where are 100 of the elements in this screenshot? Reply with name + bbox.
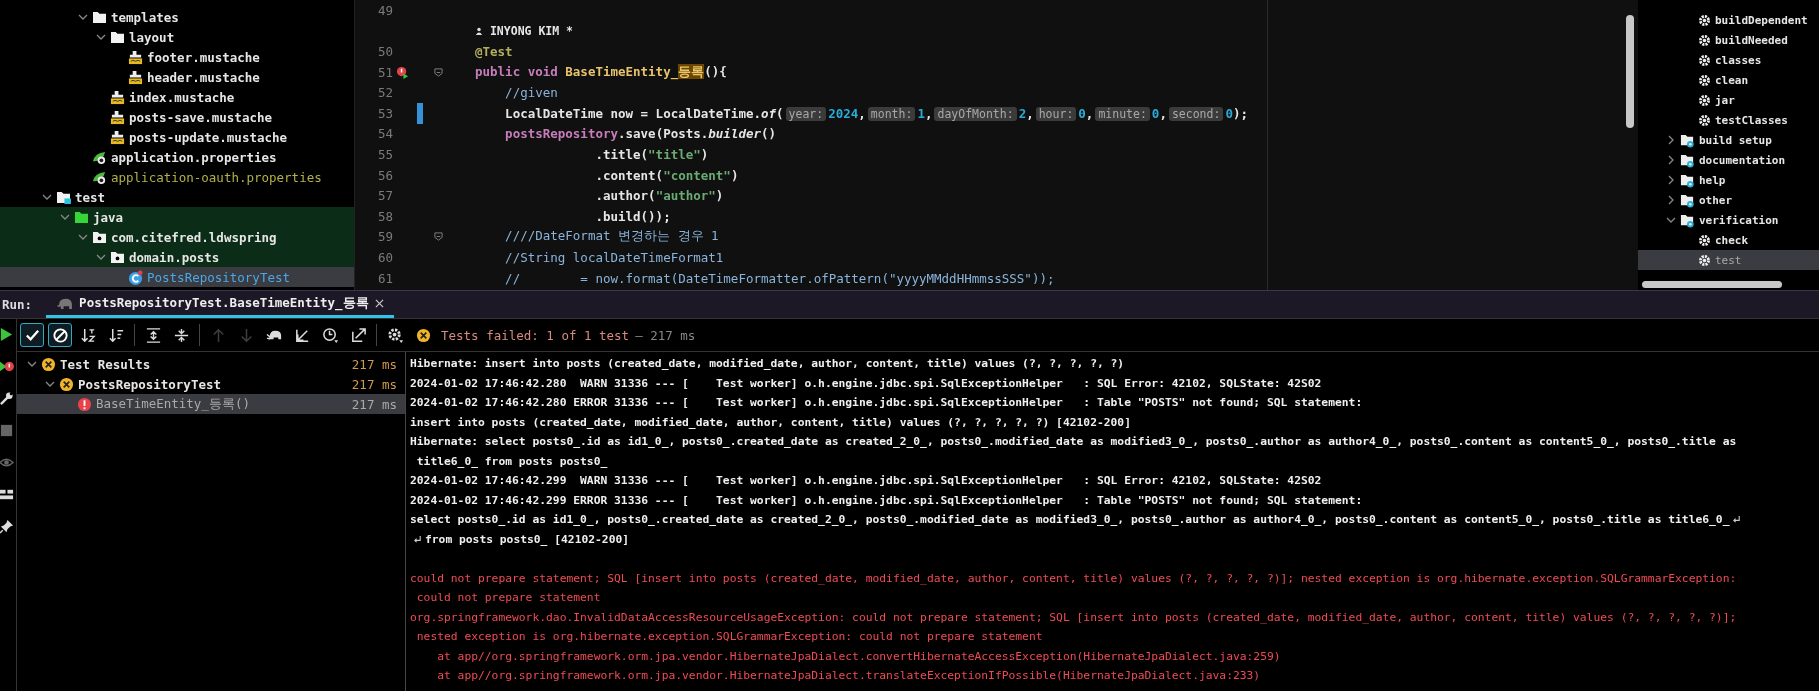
folder-icon bbox=[92, 10, 107, 24]
tree-item[interactable]: java bbox=[0, 207, 354, 227]
tree-item[interactable]: posts-update.mustache bbox=[0, 127, 354, 147]
chevron-down-icon[interactable] bbox=[1666, 215, 1676, 225]
mustache-file-icon bbox=[110, 129, 125, 145]
gradle-task-group[interactable]: documentation bbox=[1638, 150, 1819, 170]
test-status: Tests failed: 1 of 1 test bbox=[441, 327, 630, 343]
line-number: 49 bbox=[376, 2, 393, 18]
tree-item[interactable]: application-oauth.properties bbox=[0, 167, 354, 187]
sort-duration-icon bbox=[107, 326, 125, 344]
console-line: at app//org.springframework.orm.jpa.vendor.HibernateJpaDialect.translateExceptionIfPossible(HibernateJpaDialect.java:233) bbox=[436, 669, 1261, 683]
console-line: at app//org.springframework.orm.jpa.vendor.HibernateJpaDialect.convertHibernateAccessException(HibernateJpaDialect.java:259) bbox=[436, 649, 1281, 663]
gradle-task-group[interactable]: verification bbox=[1638, 210, 1819, 230]
scrollbar[interactable] bbox=[1642, 281, 1782, 288]
scrollbar[interactable] bbox=[1626, 15, 1634, 128]
export-icon bbox=[349, 326, 367, 344]
folder-icon bbox=[56, 190, 71, 204]
gradle-task[interactable]: buildDependent bbox=[1638, 10, 1819, 30]
line-number: 55 bbox=[376, 146, 393, 162]
failed-icon bbox=[59, 376, 74, 392]
run-tab[interactable]: PostsRepositoryTest.BaseTimeEntity_등록 bbox=[46, 291, 394, 318]
eye-icon[interactable] bbox=[0, 455, 14, 470]
line-number: 51 bbox=[376, 64, 393, 80]
gear-icon bbox=[1698, 13, 1711, 27]
rerun-failed-icon[interactable] bbox=[0, 359, 14, 374]
code-line: ////DateFormat 변경하는 경우 1 bbox=[504, 228, 719, 246]
stop-icon[interactable] bbox=[0, 423, 14, 438]
pin-icon[interactable] bbox=[0, 519, 14, 534]
layout-icon[interactable] bbox=[0, 487, 14, 502]
tree-item[interactable]: templates bbox=[0, 7, 354, 27]
close-icon bbox=[374, 298, 384, 308]
console-line: nested exception is org.hibernate.exception.SQLGrammarException: could not prepare statement bbox=[415, 630, 1043, 644]
gear-icon bbox=[1698, 233, 1711, 247]
gradle-task[interactable]: buildNeeded bbox=[1638, 30, 1819, 50]
fold-icon[interactable] bbox=[433, 232, 443, 242]
code-line: .build()); bbox=[594, 208, 671, 224]
console-line: 2024-01-02 17:46:42.299 ERROR 31336 --- [ Test worker] o.h.engine.jdbc.spi.SqlExceptionHelper : Table "POSTS" not found; SQL statement: bbox=[410, 493, 1363, 507]
gear-folder-icon bbox=[1680, 172, 1695, 188]
tree-item[interactable]: test bbox=[0, 187, 354, 207]
test-tree-item[interactable]: Test Results 217 ms bbox=[17, 354, 405, 374]
mustache-file-icon bbox=[110, 109, 125, 125]
line-number: 54 bbox=[376, 126, 393, 142]
console-line: title6_0_ from posts posts0_ bbox=[415, 454, 608, 468]
toolbar-button[interactable] bbox=[20, 323, 44, 347]
tree-item[interactable]: domain.posts bbox=[0, 247, 354, 267]
line-number: 58 bbox=[376, 208, 393, 224]
play-icon[interactable] bbox=[0, 327, 14, 342]
gear-icon bbox=[1698, 113, 1711, 127]
leaf-gear-icon bbox=[92, 169, 107, 185]
gear-icon bbox=[1698, 33, 1711, 47]
gradle-task[interactable]: testClasses bbox=[1638, 110, 1819, 130]
person-icon bbox=[475, 26, 483, 35]
code-line: //String localDateTimeFormat1 bbox=[504, 249, 724, 265]
tree-item[interactable]: layout bbox=[0, 27, 354, 47]
gear-icon bbox=[1698, 93, 1711, 107]
failed-icon bbox=[41, 356, 56, 372]
console-line: insert into posts (created_date, modified_date, author, content, title) values (?, ?, ?, ?, ?) [42102-200] bbox=[410, 415, 1131, 429]
history-icon bbox=[321, 326, 339, 344]
tree-item[interactable]: index.mustache bbox=[0, 87, 354, 107]
console-line: 2024-01-02 17:46:42.280 ERROR 31336 --- [ Test worker] o.h.engine.jdbc.spi.SqlExceptionHelper : Table "POSTS" not found; SQL statement: bbox=[410, 396, 1363, 410]
wrench-icon[interactable] bbox=[0, 391, 14, 406]
line-number: 50 bbox=[376, 44, 393, 59]
expand-all-icon bbox=[144, 326, 162, 344]
tree-item[interactable]: PostsRepositoryTest bbox=[0, 267, 354, 287]
gradle-task[interactable]: test bbox=[1638, 250, 1819, 270]
test-tree-item[interactable]: PostsRepositoryTest 217 ms bbox=[17, 374, 405, 394]
folder-icon bbox=[74, 210, 89, 224]
gradle-task[interactable]: jar bbox=[1638, 90, 1819, 110]
line-number: 61 bbox=[376, 270, 393, 286]
code-line: .author("author") bbox=[594, 188, 724, 204]
author-hint[interactable]: INYONG KIM * bbox=[447, 23, 574, 38]
code-line: postsRepository.save(Posts.builder() bbox=[504, 126, 777, 142]
test-tree-item[interactable]: BaseTimeEntity_등록() 217 ms bbox=[17, 394, 405, 414]
toolbar-button[interactable] bbox=[48, 323, 72, 347]
tree-item[interactable]: header.mustache bbox=[0, 67, 354, 87]
gradle-task-group[interactable]: build setup bbox=[1638, 130, 1819, 150]
gradle-task[interactable]: clean bbox=[1638, 70, 1819, 90]
code-line: //given bbox=[504, 85, 558, 101]
gradle-task[interactable]: check bbox=[1638, 230, 1819, 250]
tree-item[interactable]: com.citefred.ldwspring bbox=[0, 227, 354, 247]
fold-icon[interactable] bbox=[433, 67, 443, 77]
mustache-file-icon bbox=[110, 89, 125, 105]
run-error-icon[interactable] bbox=[395, 65, 409, 79]
gradle-task[interactable]: classes bbox=[1638, 50, 1819, 70]
prohibited-icon bbox=[51, 326, 69, 344]
code-line: .title("title") bbox=[594, 146, 709, 162]
tree-item[interactable]: footer.mustache bbox=[0, 47, 354, 67]
line-number: 59 bbox=[376, 229, 393, 245]
console-line: 2024-01-02 17:46:42.299 WARN 31336 --- [ Test worker] o.h.engine.jdbc.spi.SqlExceptionHelper : SQL Error: 42102, SQLState: 42S02 bbox=[410, 474, 1322, 488]
code-line: // = now.format(DateTimeFormatter.ofPattern("yyyyMMddHHmmssSSS")); bbox=[504, 270, 1055, 286]
tree-item[interactable]: application.properties bbox=[0, 147, 354, 167]
gradle-task-group[interactable]: help bbox=[1638, 170, 1819, 190]
console-line: select posts0_.id as id1_0_, posts0_.created_date as created_2_0_, posts0_.modified_date as modified3_0_, posts0_.author as author4_0_, posts0_.content as content5_0_, posts0_.title as title6_0_ bbox=[410, 513, 1730, 527]
change-marker[interactable] bbox=[417, 102, 423, 124]
gradle-task-group[interactable]: other bbox=[1638, 190, 1819, 210]
tree-item[interactable]: posts-save.mustache bbox=[0, 107, 354, 127]
console-line: could not prepare statement; SQL [insert into posts (created_date, modified_date, author, content, title) values (?, ?, ?, ?, ?)]; nested exception is org.hibernate.exception.SQLGrammarException: bbox=[410, 571, 1737, 585]
gear-icon bbox=[1698, 73, 1711, 87]
run-label: Run: bbox=[1, 296, 34, 314]
console-line: from posts posts0_ [42102-200] bbox=[425, 532, 630, 546]
